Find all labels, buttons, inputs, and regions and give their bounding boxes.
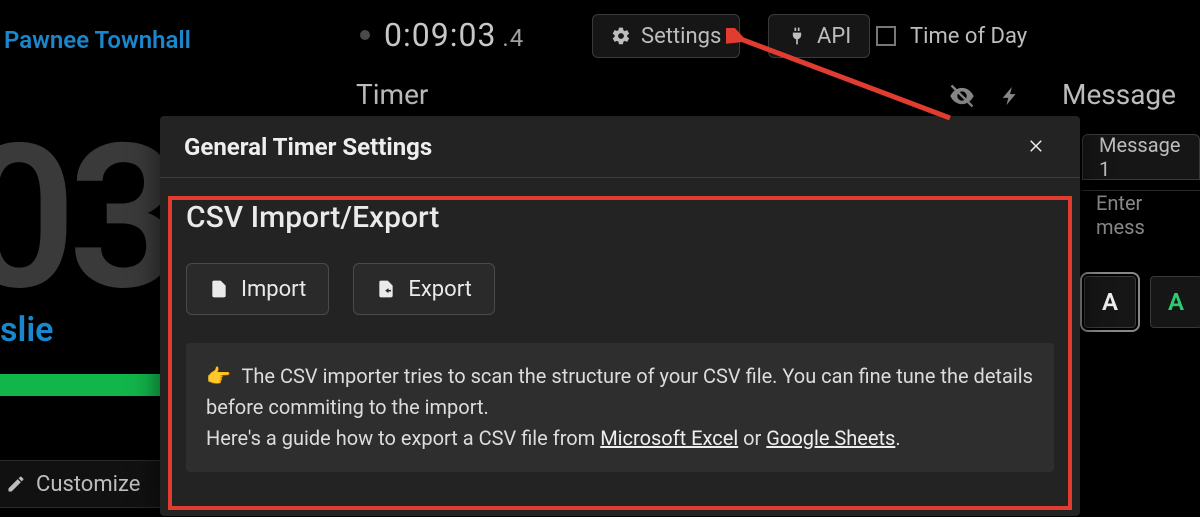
record-indicator-dot — [360, 30, 370, 40]
timer-heading: Timer — [356, 78, 428, 111]
color-letter: A — [1102, 288, 1118, 316]
countdown-large-digits: 03 — [0, 100, 175, 335]
info-line-2a: Here's a guide how to export a CSV file … — [206, 426, 600, 450]
message-tab-1[interactable]: Message 1 — [1082, 134, 1200, 180]
speaker-name: slie — [0, 310, 53, 350]
csv-button-row: Import Export — [186, 263, 1054, 315]
csv-section-title: CSV Import/Export — [186, 200, 1054, 235]
link-excel[interactable]: Microsoft Excel — [600, 426, 738, 450]
api-button-label: API — [817, 24, 851, 49]
top-bar: Pawnee Townhall 0:09:03.4 Settings API T… — [0, 0, 1200, 70]
app-root: Pawnee Townhall 0:09:03.4 Settings API T… — [0, 0, 1200, 517]
color-letter: A — [1168, 288, 1184, 316]
eye-off-icon — [948, 82, 976, 110]
timecode-frac: .4 — [502, 24, 524, 52]
time-of-day-toggle[interactable]: Time of Day — [876, 14, 1027, 58]
project-title: Pawnee Townhall — [4, 26, 191, 54]
visibility-toggle[interactable] — [948, 82, 976, 114]
export-button[interactable]: Export — [353, 263, 495, 315]
customize-button-label: Customize — [36, 472, 140, 497]
message-tab-label: Message 1 — [1099, 133, 1183, 181]
info-end: . — [895, 426, 900, 450]
import-button-label: Import — [241, 277, 306, 302]
time-of-day-label: Time of Day — [910, 24, 1027, 49]
checkbox-icon — [876, 26, 896, 46]
modal-body: CSV Import/Export Import Export 👉 The CS… — [160, 178, 1080, 494]
plug-icon — [787, 26, 807, 46]
file-import-icon — [209, 279, 229, 299]
export-button-label: Export — [408, 277, 472, 302]
modal-header: General Timer Settings — [160, 116, 1080, 178]
message-input[interactable]: Enter mess — [1082, 190, 1200, 236]
info-line-1: The CSV importer tries to scan the struc… — [206, 364, 1033, 419]
progress-bar — [0, 374, 160, 396]
import-button[interactable]: Import — [186, 263, 329, 315]
close-icon — [1028, 137, 1046, 155]
gear-icon — [611, 26, 631, 46]
link-sheets[interactable]: Google Sheets — [766, 426, 895, 450]
settings-button[interactable]: Settings — [592, 14, 740, 58]
info-or: or — [738, 426, 766, 450]
color-option-green[interactable]: A — [1150, 276, 1200, 328]
pointing-hand-icon: 👉 — [206, 364, 231, 388]
modal-title: General Timer Settings — [184, 133, 432, 161]
flash-toggle[interactable] — [1000, 82, 1022, 114]
bolt-icon — [1000, 82, 1022, 110]
modal-close-button[interactable] — [1018, 127, 1056, 167]
timecode-main: 0:09:03 — [384, 16, 496, 54]
file-export-icon — [376, 279, 396, 299]
settings-button-label: Settings — [641, 24, 721, 49]
message-heading: Message — [1062, 78, 1176, 111]
message-input-placeholder: Enter mess — [1096, 191, 1145, 239]
message-color-picker: A A — [1084, 276, 1200, 328]
timecode: 0:09:03.4 — [360, 16, 524, 54]
color-option-white[interactable]: A — [1084, 276, 1136, 328]
csv-info-box: 👉 The CSV importer tries to scan the str… — [186, 343, 1054, 472]
customize-button[interactable]: Customize — [0, 460, 160, 508]
settings-modal: General Timer Settings CSV Import/Export… — [160, 116, 1080, 516]
api-button[interactable]: API — [768, 14, 870, 58]
pencil-icon — [6, 474, 26, 494]
